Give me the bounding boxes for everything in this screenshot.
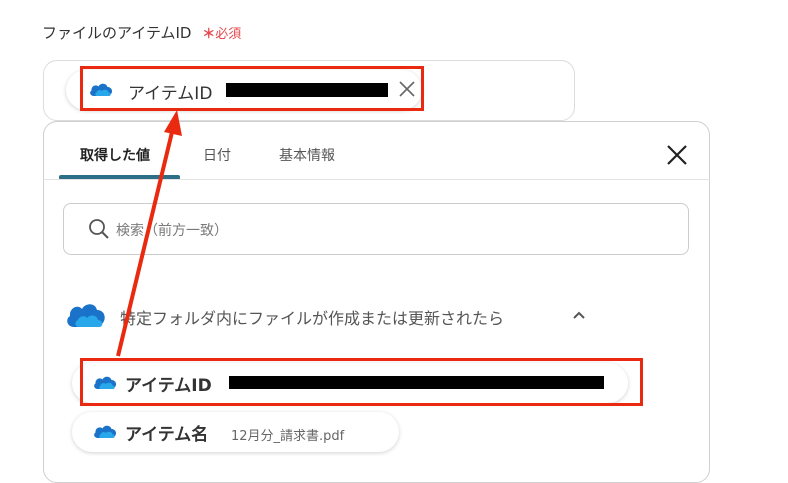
list-item-item-name[interactable]: アイテム名 12月分_請求書.pdf <box>72 412 399 452</box>
tab-date[interactable]: 日付 <box>203 145 231 165</box>
trigger-section-header[interactable]: 特定フォルダ内にファイルが作成または更新されたら <box>64 299 624 333</box>
onedrive-cloud-icon <box>67 304 105 327</box>
tab-acquired-values[interactable]: 取得した値 <box>80 145 150 165</box>
search-input[interactable]: 検索（前方一致） <box>63 203 689 255</box>
required-text: 必須 <box>215 27 242 42</box>
required-marker: ＊必須 <box>202 27 241 42</box>
field-label-text: ファイルのアイテムID <box>42 24 192 42</box>
section-title: 特定フォルダ内にファイルが作成または更新されたら <box>120 309 505 328</box>
tabs-divider <box>43 179 710 180</box>
highlight-box-item <box>80 358 643 406</box>
chevron-up-icon[interactable] <box>572 310 586 320</box>
item-value: 12月分_請求書.pdf <box>231 429 345 444</box>
onedrive-cloud-icon <box>94 425 117 438</box>
tab-basic-info[interactable]: 基本情報 <box>279 145 335 165</box>
item-label: アイテム名 <box>125 425 209 445</box>
required-star: ＊ <box>202 27 216 42</box>
search-icon <box>89 219 109 239</box>
highlight-box-selected <box>80 66 424 111</box>
close-icon[interactable] <box>664 142 690 168</box>
field-label: ファイルのアイテムID ＊必須 <box>42 22 241 43</box>
search-placeholder: 検索（前方一致） <box>116 223 228 239</box>
